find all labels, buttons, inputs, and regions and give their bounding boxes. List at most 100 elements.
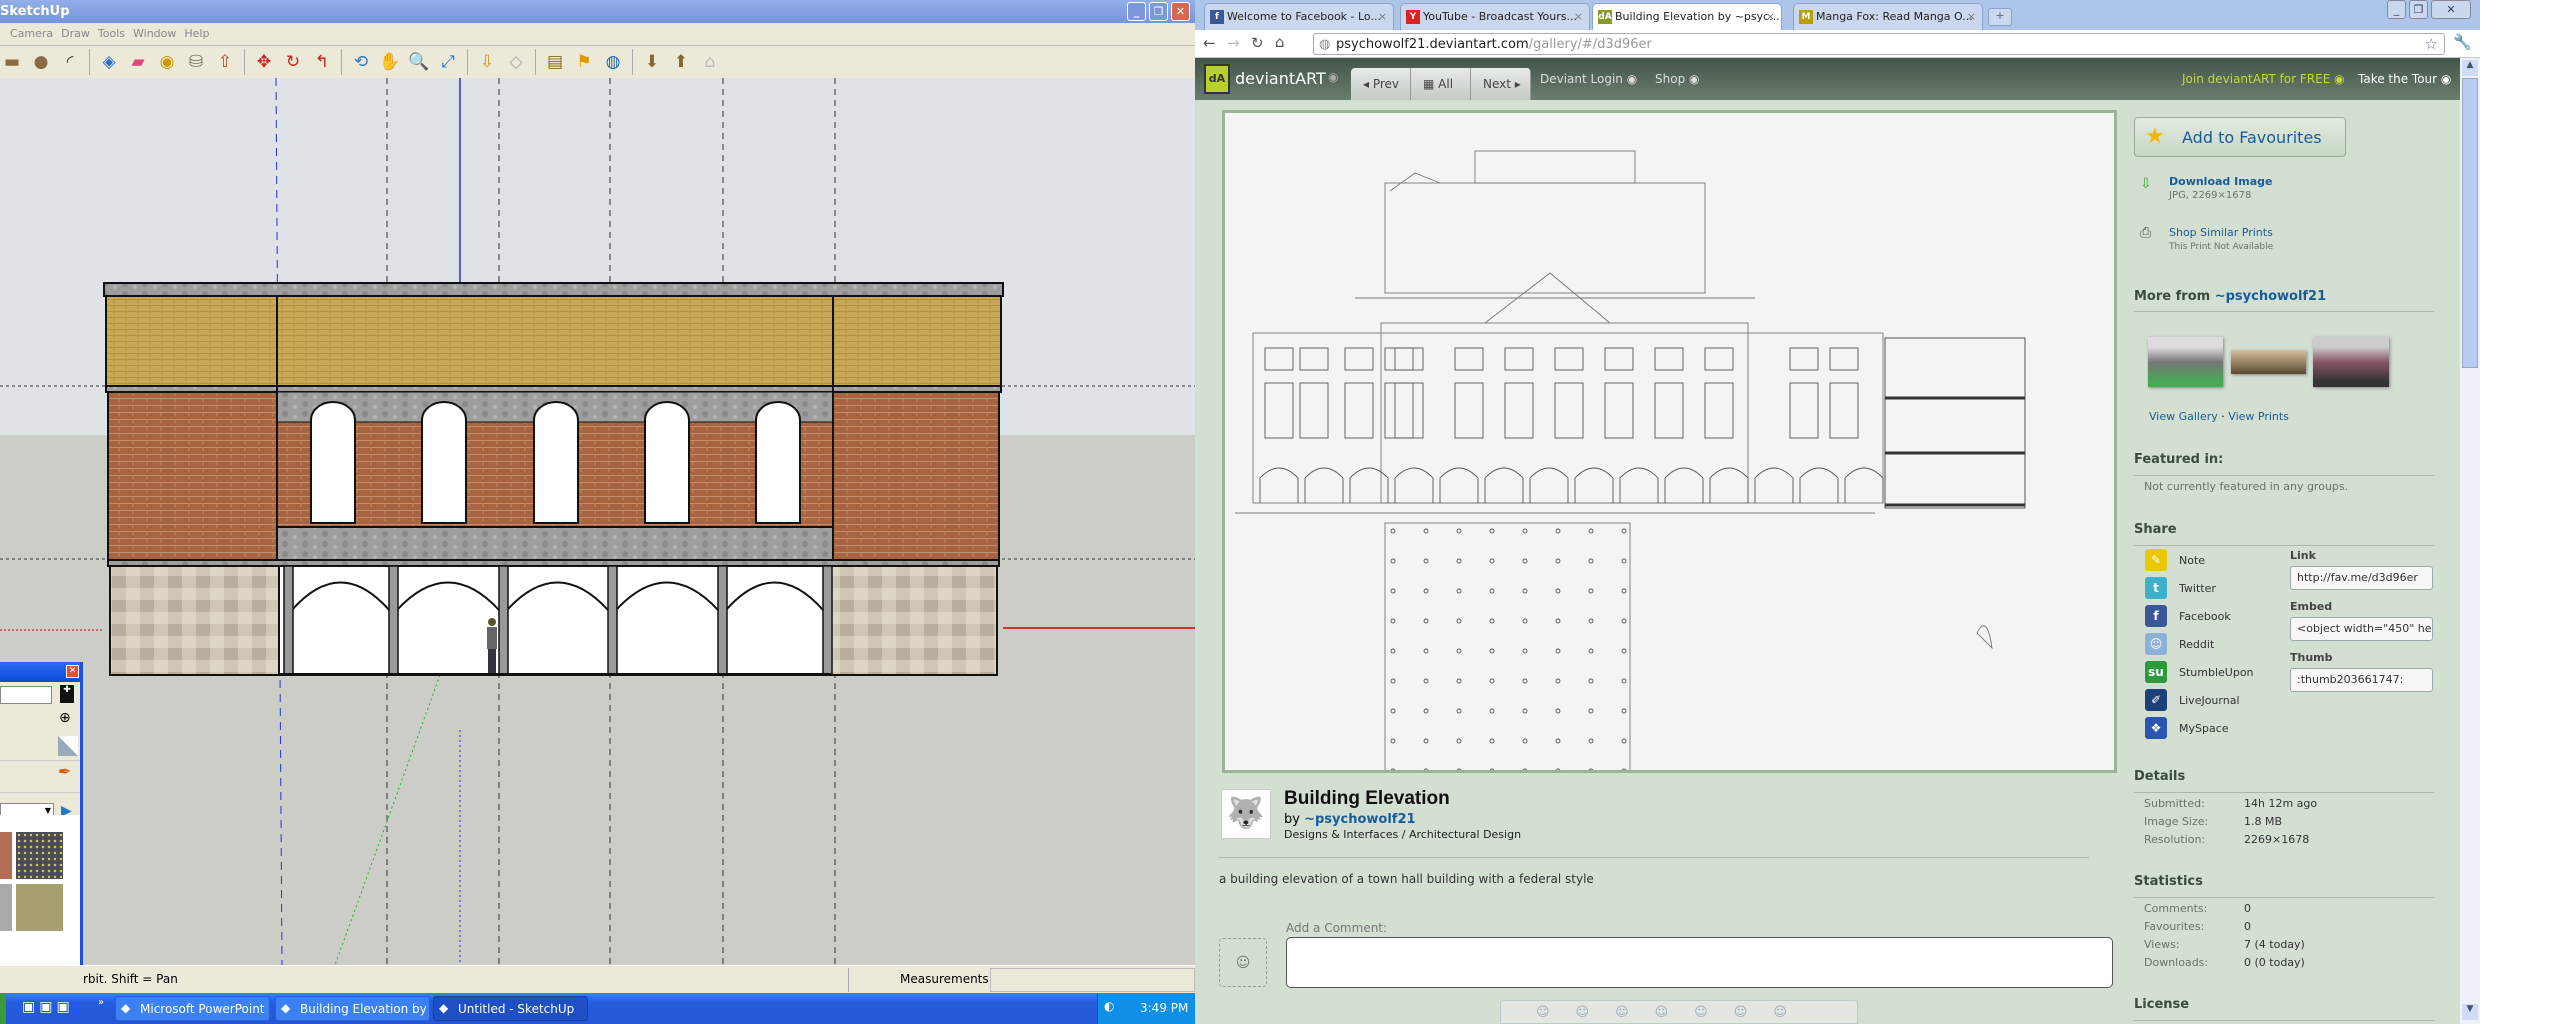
get-component-icon[interactable]: ⬇ <box>640 50 664 74</box>
thumb-field[interactable]: :thumb203661747: <box>2290 668 2433 692</box>
prev-button[interactable]: ◂ Prev <box>1351 68 1411 100</box>
scroll-up-icon[interactable]: ▲ <box>2462 60 2478 76</box>
menu-help[interactable]: Help <box>184 27 209 40</box>
forward-icon[interactable]: → <box>1227 34 1240 52</box>
taskbar-item[interactable]: ◆ Untitled - SketchUp <box>433 996 588 1021</box>
material-swatch[interactable] <box>16 832 63 879</box>
close-tab-icon[interactable]: × <box>1378 10 1387 23</box>
measurements-field[interactable] <box>990 968 1195 992</box>
pan-icon[interactable]: ✋ <box>378 50 402 74</box>
material-swatch[interactable] <box>0 832 12 879</box>
circle-icon[interactable]: ● <box>29 50 53 74</box>
follow-me-icon[interactable]: ↰ <box>310 50 334 74</box>
deviation-image[interactable] <box>1222 110 2117 784</box>
default-material-icon[interactable] <box>58 736 78 756</box>
tray-icon[interactable]: ◐ <box>1104 999 1114 1013</box>
deviantart-logo[interactable]: deviantART <box>1235 69 1326 88</box>
shop-link[interactable]: Shop ◉ <box>1655 72 1699 86</box>
tape-measure-icon[interactable]: ◉ <box>155 50 179 74</box>
back-icon[interactable]: ← <box>1203 34 1216 52</box>
deviant-login-link[interactable]: Deviant Login ◉ <box>1540 72 1637 86</box>
share-stumbleupon[interactable]: su StumbleUpon <box>2145 661 2285 685</box>
tab[interactable]: Y YouTube - Broadcast Yours... × <box>1400 3 1590 30</box>
rectangle-icon[interactable]: ▬ <box>0 50 24 74</box>
material-swatch[interactable] <box>16 884 63 931</box>
quick-launch[interactable]: ▣▣▣ <box>22 999 74 1015</box>
material-name-field[interactable] <box>0 686 52 704</box>
join-link[interactable]: Join deviantART for FREE ◉ <box>2182 72 2345 86</box>
sample-paint-icon[interactable]: ✒ <box>58 762 71 781</box>
zoom-extents-icon[interactable]: ⤢ <box>436 50 460 74</box>
download-image-link[interactable]: Download Image <box>2169 175 2272 188</box>
menu-chevron-icon[interactable]: ◉ <box>1328 70 1338 84</box>
wrench-icon[interactable]: 🔧 <box>2453 33 2472 51</box>
close-button[interactable]: ✕ <box>1171 2 1190 21</box>
all-button[interactable]: ▦ All <box>1411 68 1471 100</box>
close-tab-icon[interactable]: × <box>1766 10 1775 23</box>
get-models-icon[interactable]: ⇩ <box>475 50 499 74</box>
place-model-icon[interactable]: ▤ <box>543 50 567 74</box>
close-tab-icon[interactable]: × <box>1967 10 1976 23</box>
create-material-icon[interactable]: ⊕ <box>59 710 71 726</box>
close-tab-icon[interactable]: × <box>1574 10 1583 23</box>
link-field[interactable]: http://fav.me/d3d96er <box>2290 566 2433 590</box>
tab[interactable]: dA Building Elevation by ~psyc... × <box>1592 3 1782 30</box>
warehouse-icon[interactable]: ⌂ <box>698 50 722 74</box>
new-tab-button[interactable]: + <box>1988 8 2012 26</box>
close-button[interactable]: ✕ <box>2431 0 2471 19</box>
gallery-thumbnail[interactable] <box>2148 337 2223 387</box>
add-material-icon[interactable]: ✚ <box>60 685 74 703</box>
restore-button[interactable]: ❐ <box>2409 0 2428 19</box>
author-link[interactable]: ~psychowolf21 <box>1304 812 1415 827</box>
tab[interactable]: M Manga Fox: Read Manga O... × <box>1793 3 1983 30</box>
share-model-icon[interactable]: ◇ <box>504 50 528 74</box>
restore-button[interactable]: ❐ <box>1149 2 1168 21</box>
material-swatch[interactable] <box>0 884 12 931</box>
minimize-button[interactable]: _ <box>1127 2 1146 21</box>
arc-icon[interactable]: ◜ <box>58 50 82 74</box>
push-pull-icon[interactable]: ⇧ <box>213 50 237 74</box>
paint-bucket-icon[interactable]: ⛁ <box>184 50 208 74</box>
share-twitter[interactable]: t Twitter <box>2145 577 2285 601</box>
menu-draw[interactable]: Draw <box>61 27 90 40</box>
reload-icon[interactable]: ↻ <box>1251 34 1264 52</box>
zoom-icon[interactable]: 🔍 <box>407 50 431 74</box>
view-gallery-link[interactable]: View Gallery <box>2149 410 2218 423</box>
taskbar-item[interactable]: ◆ Microsoft PowerPoint ... <box>115 996 270 1021</box>
star-icon[interactable]: ☆ <box>2425 35 2438 53</box>
start-button[interactable] <box>0 993 6 1024</box>
view-prints-link[interactable]: View Prints <box>2228 410 2289 423</box>
add-to-favourites-button[interactable]: ★ Add to Favourites <box>2134 117 2346 157</box>
scroll-down-icon[interactable]: ▼ <box>2462 1004 2478 1020</box>
embed-field[interactable]: <object width="450" height <box>2290 617 2433 641</box>
emoticon-bar[interactable]: ☺☺☺☺☺☺☺ <box>1500 1000 1858 1024</box>
comment-textarea[interactable] <box>1286 937 2113 988</box>
share-livejournal[interactable]: ✐ LiveJournal <box>2145 689 2285 713</box>
tour-link[interactable]: Take the Tour ◉ <box>2358 72 2451 86</box>
menu-window[interactable]: Window <box>133 27 176 40</box>
gallery-thumbnail[interactable] <box>2231 350 2306 374</box>
move-icon[interactable]: ✥ <box>252 50 276 74</box>
close-icon[interactable]: ✕ <box>66 665 79 678</box>
menu-camera[interactable]: Camera <box>10 27 53 40</box>
scroll-thumb[interactable] <box>2462 78 2478 368</box>
rotate-icon[interactable]: ↻ <box>281 50 305 74</box>
shop-prints-link[interactable]: Shop Similar Prints <box>2169 226 2273 239</box>
drawing-viewport[interactable] <box>0 78 1195 965</box>
tab[interactable]: f Welcome to Facebook - Lo... × <box>1204 3 1394 30</box>
address-bar[interactable]: ◍ psychowolf21.deviantart.com/gallery/#/… <box>1313 33 2445 55</box>
gallery-thumbnail[interactable] <box>2313 337 2389 387</box>
preview-google-earth-icon[interactable]: ◍ <box>601 50 625 74</box>
share-reddit[interactable]: ☺ Reddit <box>2145 633 2285 657</box>
more-from-user-link[interactable]: ~psychowolf21 <box>2215 289 2326 304</box>
next-button[interactable]: Next ▸ <box>1471 68 1531 100</box>
home-icon[interactable]: ⌂ <box>1275 33 1285 51</box>
share-myspace[interactable]: ❖ MySpace <box>2145 717 2285 741</box>
scrollbar[interactable]: ▲ ▼ <box>2460 58 2480 1024</box>
author-avatar[interactable]: 🐺 <box>1221 789 1271 839</box>
share-facebook[interactable]: f Facebook <box>2145 605 2285 629</box>
make-component-icon[interactable]: ◈ <box>97 50 121 74</box>
share-component-icon[interactable]: ⬆ <box>669 50 693 74</box>
deviantart-logo-icon[interactable]: dA <box>1204 64 1230 94</box>
eraser-icon[interactable]: ▰ <box>126 50 150 74</box>
